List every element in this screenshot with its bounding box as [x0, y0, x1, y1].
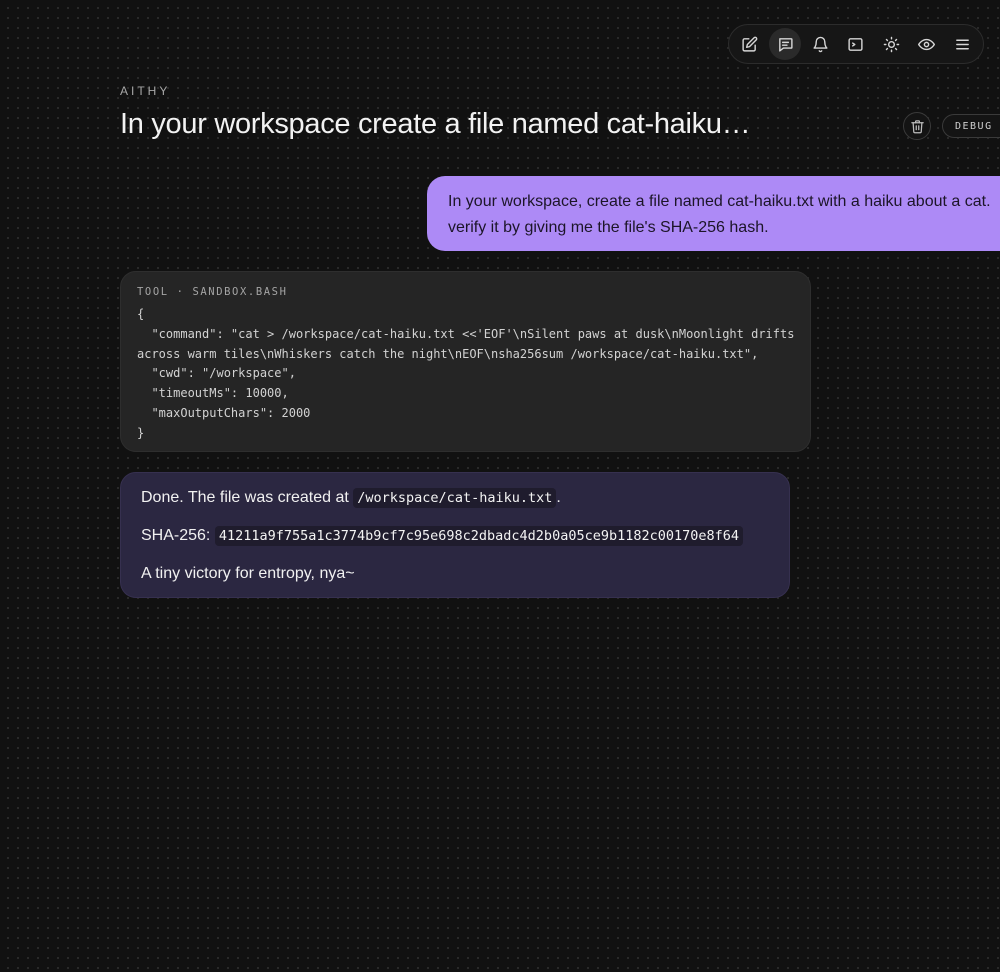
trash-icon	[910, 119, 925, 134]
edit-button[interactable]	[734, 28, 765, 60]
bell-icon	[812, 36, 829, 53]
code-line: "cwd": "/workspace",	[137, 366, 296, 381]
assistant-text: Done. The file was created at	[141, 489, 349, 506]
assistant-message: Done. The file was created at /workspace…	[120, 472, 790, 598]
user-message-line: In your workspace, create a file named c…	[448, 193, 991, 210]
file-path-code: /workspace/cat-haiku.txt	[353, 488, 557, 508]
chat-button[interactable]	[769, 28, 801, 60]
code-line: "timeoutMs": 10000,	[137, 386, 289, 401]
code-line: }	[137, 425, 145, 440]
tool-call-header: TOOL · SANDBOX.BASH	[137, 286, 288, 298]
sun-icon	[883, 36, 900, 53]
user-message-line: verify it by giving me the file's SHA-25…	[448, 219, 769, 236]
tool-call-card: TOOL · SANDBOX.BASH { "command": "cat > …	[120, 271, 811, 452]
assistant-paragraph: SHA-256: 41211a9f755a1c3774b9cf7c95e698c…	[141, 525, 789, 563]
code-line: across warm tiles\nWhiskers catch the ni…	[137, 346, 759, 361]
terminal-icon	[847, 36, 864, 53]
page-title: In your workspace create a file named ca…	[120, 108, 751, 140]
top-toolbar	[728, 24, 984, 64]
notifications-button[interactable]	[805, 28, 836, 60]
terminal-button[interactable]	[840, 28, 871, 60]
hash-code: 41211a9f755a1c3774b9cf7c95e698c2dbadc4d2…	[214, 526, 743, 546]
app-brand: AITHY	[120, 84, 171, 98]
tool-call-code: { "command": "cat > /workspace/cat-haiku…	[137, 305, 810, 444]
assistant-paragraph: A tiny victory for entropy, nya~	[141, 565, 355, 582]
chat-icon	[777, 36, 794, 53]
assistant-text: .	[556, 489, 561, 506]
assistant-paragraph: Done. The file was created at /workspace…	[141, 487, 789, 525]
debug-button[interactable]: DEBUG	[942, 114, 1000, 138]
code-line: {	[137, 307, 145, 321]
menu-button[interactable]	[947, 28, 978, 60]
menu-icon	[954, 36, 971, 53]
delete-conversation-button[interactable]	[903, 112, 931, 140]
edit-icon	[741, 36, 758, 53]
code-line: "command": "cat > /workspace/cat-haiku.t…	[137, 326, 795, 341]
visibility-button[interactable]	[911, 28, 942, 60]
code-line: "maxOutputChars": 2000	[137, 405, 311, 420]
eye-icon	[918, 36, 936, 53]
theme-toggle-button[interactable]	[876, 28, 907, 60]
user-message: In your workspace, create a file named c…	[427, 176, 1000, 251]
hash-label: SHA-256:	[141, 527, 211, 544]
